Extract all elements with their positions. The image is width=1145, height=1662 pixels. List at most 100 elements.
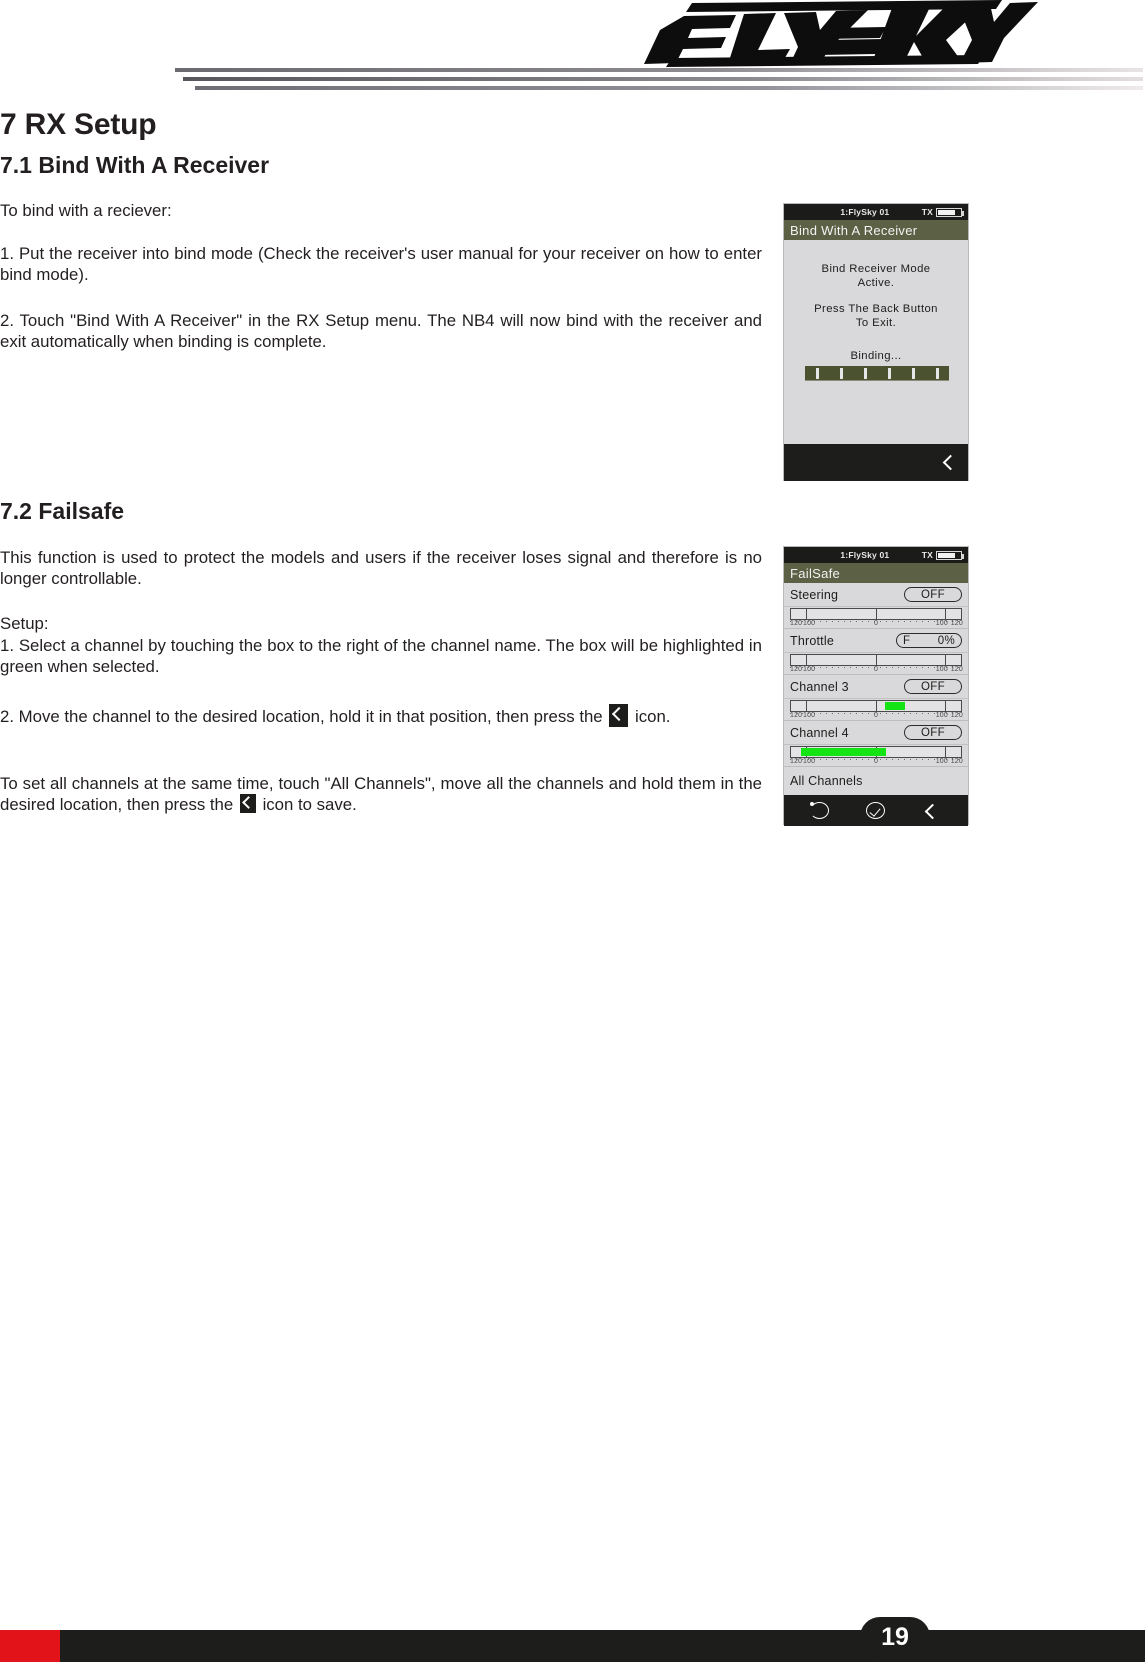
footer-bar — [60, 1630, 1145, 1662]
failsafe-nav-bar — [784, 795, 968, 826]
scale-label-left-outer: 120 — [790, 620, 803, 627]
device-screen-failsafe: 1:FlySky 01 TX FailSafe Steering OFF 120… — [783, 546, 969, 826]
channel-value-button[interactable]: OFF — [904, 679, 962, 694]
paragraph-failsafe-intro: This function is used to protect the mod… — [0, 548, 762, 588]
failsafe-row-channel-4[interactable]: Channel 4 OFF — [784, 721, 968, 745]
scale-label-right-inner: 100 — [935, 758, 948, 765]
paragraph-failsafe-step-2: 2. Move the channel to the desired locat… — [0, 704, 762, 727]
status-bar: 1:FlySky 01 TX — [784, 204, 968, 220]
status-bar: 1:FlySky 01 TX — [784, 547, 968, 563]
page-footer: 19 — [0, 1616, 1145, 1662]
paragraph-bind-step-2: 2. Touch "Bind With A Receiver" in the R… — [0, 311, 762, 351]
bind-message-line-2: Active. — [857, 277, 895, 289]
screen-title-bar: Bind With A Receiver — [784, 220, 968, 240]
flysky-logo — [640, 0, 1040, 70]
status-tx-label: TX — [921, 550, 933, 560]
scale-label-right-inner: 100 — [935, 620, 948, 627]
failsafe-row-throttle[interactable]: Throttle F 0% — [784, 629, 968, 653]
scale-track — [790, 608, 962, 620]
status-tx-indicator: TX — [921, 550, 964, 560]
scale-track — [790, 700, 962, 712]
status-model-name: 1:FlySky 01 — [840, 550, 890, 560]
channel-label: Steering — [790, 587, 839, 602]
scale-label-center: 0 — [873, 666, 879, 673]
channel-scale-channel-4: 120 100 0 100 120 — [784, 745, 968, 767]
channel-scale-channel-3: 120 100 0 100 120 — [784, 699, 968, 721]
paragraph-failsafe-step-2-after: icon. — [635, 707, 671, 726]
subsection-7-2-title: 7.2 Failsafe — [0, 498, 125, 524]
bind-message-line-1: Bind Receiver Mode — [821, 263, 931, 275]
scale-label-center: 0 — [873, 620, 879, 627]
channel-position-bar — [801, 748, 887, 756]
status-tx-indicator: TX — [921, 207, 964, 217]
bind-message-block-1: Bind Receiver Mode Active. — [784, 262, 968, 290]
scale-label-left-inner: 100 — [803, 758, 816, 765]
binding-progress-bar — [805, 366, 949, 381]
subsection-7-1-title: 7.1 Bind With A Receiver — [0, 152, 270, 178]
scale-label-left-outer: 120 — [790, 712, 803, 719]
channel-value-percent: 0% — [937, 634, 955, 647]
scale-label-right-outer: 120 — [950, 666, 963, 673]
scale-label-left-outer: 120 — [790, 758, 803, 765]
back-arrow-icon — [239, 794, 256, 813]
paragraph-bind-step-1: 1. Put the receiver into bind mode (Chec… — [0, 244, 762, 284]
back-arrow-icon — [609, 704, 629, 727]
header-rule-3 — [195, 86, 1143, 90]
status-tx-label: TX — [921, 207, 933, 217]
failsafe-row-channel-3[interactable]: Channel 3 OFF — [784, 675, 968, 699]
all-channels-button[interactable]: All Channels — [784, 767, 968, 795]
bind-message-line-3: Press The Back Button — [814, 303, 938, 315]
paragraph-intro-bind: To bind with a reciever: — [0, 201, 172, 220]
channel-value-button[interactable]: OFF — [904, 725, 962, 740]
channel-scale-steering: 120 100 0 100 120 — [784, 607, 968, 629]
screen-title-bar: FailSafe — [784, 563, 968, 583]
back-arrow-icon[interactable] — [920, 801, 944, 821]
bind-status-text: Binding... — [850, 350, 902, 362]
scale-label-right-inner: 100 — [935, 712, 948, 719]
failsafe-row-steering[interactable]: Steering OFF — [784, 583, 968, 607]
scale-label-left-inner: 100 — [803, 712, 816, 719]
manual-page: 7 RX Setup 7.1 Bind With A Receiver 7.2 … — [0, 0, 1145, 1662]
scale-label-center: 0 — [873, 758, 879, 765]
paragraph-setup-label: Setup: — [0, 614, 49, 633]
scale-track — [790, 654, 962, 666]
paragraph-failsafe-step-2-before: 2. Move the channel to the desired locat… — [0, 707, 603, 726]
channel-label: Channel 3 — [790, 679, 849, 694]
paragraph-all-channels-after: icon to save. — [262, 795, 357, 814]
scale-label-center: 0 — [873, 712, 879, 719]
paragraph-all-channels: To set all channels at the same time, to… — [0, 773, 762, 815]
header-rule-2 — [183, 77, 1143, 81]
bind-nav-bar — [784, 444, 968, 481]
battery-icon — [936, 207, 964, 217]
scale-label-left-inner: 100 — [803, 620, 816, 627]
channel-label: Channel 4 — [790, 725, 849, 740]
back-arrow-icon[interactable] — [942, 453, 958, 473]
scale-label-left-outer: 120 — [790, 666, 803, 673]
paragraph-failsafe-step-1: 1. Select a channel by touching the box … — [0, 636, 762, 676]
channel-value-button[interactable]: F 0% — [896, 633, 962, 648]
scale-label-right-outer: 120 — [950, 758, 963, 765]
channel-label: Throttle — [790, 633, 834, 648]
bind-message-line-4: To Exit. — [855, 317, 897, 329]
section-title: 7 RX Setup — [0, 108, 157, 141]
scale-label-right-outer: 120 — [950, 620, 963, 627]
page-number: 19 — [881, 1622, 909, 1651]
channel-position-bar — [884, 702, 905, 710]
battery-icon — [936, 550, 964, 560]
confirm-check-icon[interactable] — [864, 801, 888, 821]
channel-scale-throttle: 120 100 0 100 120 — [784, 653, 968, 675]
scale-label-right-inner: 100 — [935, 666, 948, 673]
channel-value-button[interactable]: OFF — [904, 587, 962, 602]
channel-value-mode: F — [903, 634, 911, 647]
header-rule-1 — [175, 68, 1143, 72]
status-model-name: 1:FlySky 01 — [840, 207, 890, 217]
footer-accent-block — [0, 1630, 60, 1662]
bind-message-block-2: Press The Back Button To Exit. — [784, 302, 968, 330]
header-rules — [170, 68, 1145, 92]
scale-track — [790, 746, 962, 758]
reset-icon[interactable] — [808, 801, 832, 821]
device-screen-bind: 1:FlySky 01 TX Bind With A Receiver Bind… — [783, 203, 969, 481]
scale-label-right-outer: 120 — [950, 712, 963, 719]
failsafe-channel-list: Steering OFF 120 100 0 100 120 Throttle … — [784, 583, 968, 795]
paragraph-all-channels-before: To set all channels at the same time, to… — [0, 774, 762, 814]
